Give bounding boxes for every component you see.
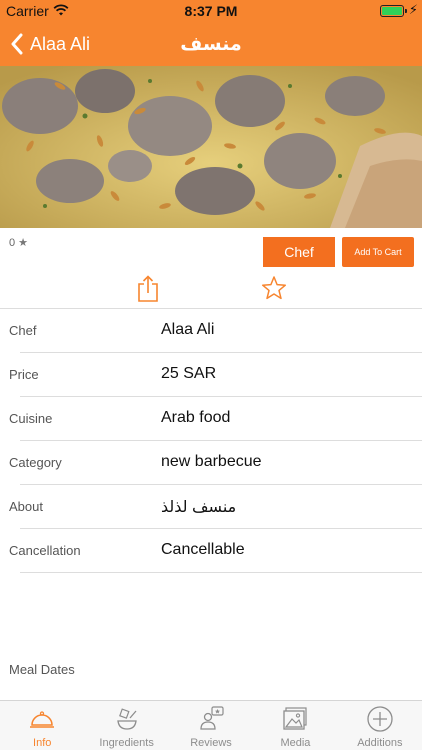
charging-icon: ⚡ (408, 2, 418, 17)
row-divider (20, 572, 422, 573)
detail-row-chef: Chef Alaa Ali (0, 309, 422, 353)
add-to-cart-button[interactable]: Add To Cart (342, 237, 414, 267)
share-icon[interactable] (134, 274, 162, 304)
tab-label: Additions (357, 737, 403, 749)
tab-label: Ingredients (99, 737, 154, 749)
detail-value: Alaa Ali (161, 321, 215, 338)
star-outline-icon[interactable] (260, 274, 288, 304)
detail-key: Chef (9, 323, 37, 338)
battery-tip (405, 9, 407, 13)
detail-row-cancellation: Cancellation Cancellable (0, 529, 422, 573)
meal-dates-label: Meal Dates (9, 662, 75, 677)
dish-photo (0, 66, 422, 228)
page-title: منسف (180, 34, 242, 55)
detail-row-category: Category new barbecue (0, 441, 422, 485)
battery-icon (380, 5, 404, 17)
detail-row-price: Price 25 SAR (0, 353, 422, 397)
tab-media[interactable]: Media (253, 701, 337, 750)
media-icon (283, 707, 308, 730)
detail-row-cuisine: Cuisine Arab food (0, 397, 422, 441)
tab-label: Media (280, 737, 311, 749)
navigation-bar: Alaa Ali منسف (0, 22, 422, 66)
status-time: 8:37 PM (184, 3, 238, 19)
tab-ingredients[interactable]: Ingredients (84, 701, 168, 750)
detail-value: Arab food (161, 409, 231, 426)
detail-row-about: About منسف لذلذ (0, 485, 422, 529)
status-bar: Carrier 8:37 PM ⚡ (0, 0, 422, 22)
chef-button[interactable]: Chef (263, 237, 335, 267)
cloche-icon (30, 711, 55, 728)
tab-additions[interactable]: Additions (338, 701, 422, 750)
star-icon: ★ (18, 237, 28, 249)
detail-key: Cancellation (9, 543, 81, 558)
tab-label: Info (33, 737, 52, 749)
tab-label: Reviews (190, 737, 232, 749)
detail-value: منسف لذلذ (161, 499, 237, 516)
detail-value: 25 SAR (161, 365, 217, 382)
detail-key: Price (9, 367, 39, 382)
ingredients-icon (116, 708, 137, 730)
detail-value: new barbecue (161, 453, 262, 470)
rating-value: 0 (9, 236, 16, 249)
detail-value: Cancellable (161, 541, 245, 558)
tab-bar: Info Ingredients Reviews Media Additions (0, 700, 422, 750)
add-circle-icon (367, 706, 393, 732)
rating: 0 ★ (9, 236, 28, 250)
tab-info[interactable]: Info (0, 701, 84, 750)
tab-reviews[interactable]: Reviews (169, 701, 253, 750)
reviews-icon (200, 706, 224, 730)
detail-key: Cuisine (9, 411, 53, 426)
detail-key: Category (9, 455, 62, 470)
detail-key: About (9, 499, 43, 514)
